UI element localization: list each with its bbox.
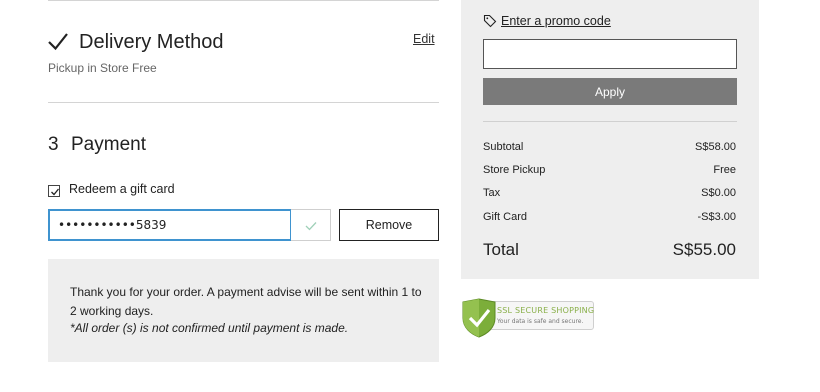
ssl-badge-plate: SSL SECURE SHOPPING Your data is safe an…: [487, 301, 594, 330]
payment-notice: Thank you for your order. A payment advi…: [48, 259, 439, 362]
valid-check-icon: [305, 222, 317, 231]
gift-card-label: Gift Card: [483, 211, 528, 223]
tax-value: S$0.00: [701, 187, 736, 199]
tag-icon: [483, 14, 497, 28]
apply-promo-button[interactable]: Apply: [483, 78, 737, 105]
redeem-gift-card-label: Redeem a gift card: [69, 182, 175, 196]
payment-notice-note: *All order (s) is not confirmed until pa…: [70, 321, 349, 335]
shield-check-icon: [462, 298, 496, 338]
gift-card-value: -S$3.00: [697, 211, 736, 223]
edit-delivery-link[interactable]: Edit: [413, 32, 435, 46]
checkmark-icon: [48, 33, 68, 51]
ssl-badge-subtitle: Your data is safe and secure.: [497, 318, 584, 325]
promo-code-input[interactable]: [483, 39, 737, 69]
redeem-gift-card-checkbox[interactable]: [48, 185, 60, 197]
store-pickup-label: Store Pickup: [483, 164, 546, 176]
remove-gift-card-button[interactable]: Remove: [339, 209, 439, 241]
total-label: Total: [483, 240, 519, 259]
delivery-method-summary: Pickup in Store Free: [48, 61, 157, 75]
total-value: S$55.00: [672, 240, 736, 259]
payment-notice-text: Thank you for your order. A payment advi…: [70, 285, 422, 318]
payment-step-number: 3: [48, 134, 59, 155]
delivery-method-title: Delivery Method: [79, 31, 224, 53]
subtotal-value: S$58.00: [695, 141, 736, 153]
tax-label: Tax: [483, 187, 501, 199]
section-divider: [48, 102, 439, 103]
summary-divider: [483, 121, 737, 122]
checkbox-check-icon: [51, 188, 60, 196]
top-divider: [48, 0, 439, 1]
gift-card-valid-indicator: [291, 209, 331, 241]
ssl-secure-badge: SSL SECURE SHOPPING Your data is safe an…: [461, 298, 595, 338]
payment-title: Payment: [71, 134, 146, 155]
gift-card-number-input[interactable]: [48, 209, 292, 241]
ssl-badge-title: SSL SECURE SHOPPING: [497, 306, 595, 315]
subtotal-label: Subtotal: [483, 141, 524, 153]
store-pickup-value: Free: [713, 164, 736, 176]
enter-promo-code-link[interactable]: Enter a promo code: [501, 14, 611, 28]
